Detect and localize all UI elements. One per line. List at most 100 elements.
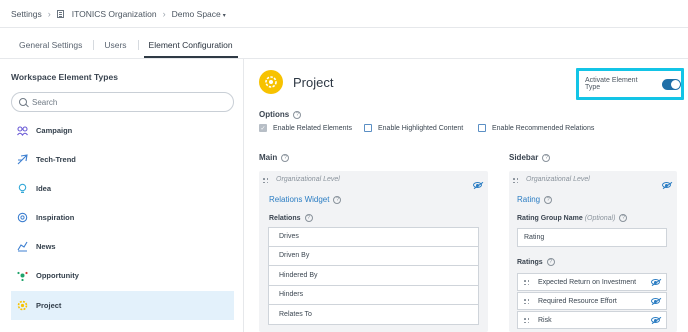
drag-handle-icon[interactable]: [513, 178, 519, 184]
sidebar-item-label: Tech-Trend: [36, 155, 76, 164]
checkbox-checked-icon[interactable]: ✓: [259, 124, 267, 132]
drag-handle-icon[interactable]: [263, 178, 269, 184]
visibility-icon[interactable]: [651, 317, 660, 323]
sidebar-item-campaign[interactable]: Campaign: [11, 116, 234, 145]
activate-label: Activate Element Type: [585, 77, 638, 91]
search-icon: [19, 98, 27, 106]
widget-title-label: Rating: [517, 195, 541, 204]
sidebar-item-idea[interactable]: Idea: [11, 174, 234, 203]
options-heading: Options?: [259, 110, 302, 119]
activate-toggle[interactable]: [661, 78, 681, 90]
breadcrumb-space[interactable]: Demo Space ▾: [172, 9, 226, 19]
list-item[interactable]: Relates To: [268, 305, 479, 325]
tab-general-settings[interactable]: General Settings: [8, 36, 93, 58]
option-label: Enable Recommended Relations: [492, 124, 595, 132]
sidebar-title: Workspace Element Types: [11, 72, 118, 82]
chevron-down-icon: ▾: [222, 12, 226, 19]
project-icon: [17, 300, 28, 311]
list-item[interactable]: Drives: [268, 227, 479, 247]
ratings-label: Ratings: [517, 258, 543, 266]
main-section-label: Main: [259, 153, 278, 162]
tab-users[interactable]: Users: [93, 36, 137, 58]
checkbox-icon[interactable]: [478, 124, 486, 132]
sidebar-item-opportunity[interactable]: Opportunity: [11, 261, 234, 290]
inspiration-icon: [17, 212, 28, 223]
tech-trend-icon: [17, 154, 28, 165]
sidebar-section-label: Sidebar: [509, 153, 539, 162]
breadcrumb: Settings › ITONICS Organization › Demo S…: [0, 0, 688, 28]
list-item[interactable]: Hindered By: [268, 266, 479, 286]
relations-label: Relations: [269, 214, 301, 222]
campaign-icon: [17, 125, 28, 136]
help-icon[interactable]: ?: [333, 195, 342, 204]
drag-handle-icon[interactable]: [524, 299, 530, 305]
list-item[interactable]: Driven By: [268, 246, 479, 266]
search-input[interactable]: Search: [11, 92, 234, 112]
page-title: Project: [293, 75, 334, 90]
breadcrumb-space-label: Demo Space: [171, 8, 221, 19]
options-label: Options: [259, 110, 290, 119]
help-icon[interactable]: ?: [281, 153, 290, 162]
option-label: Enable Highlighted Content: [378, 124, 464, 132]
help-icon[interactable]: ?: [293, 110, 302, 119]
list-item[interactable]: Hinders: [268, 285, 479, 305]
optional-label: (Optional): [584, 214, 616, 222]
visibility-icon[interactable]: [651, 279, 660, 285]
rating-group-name-input[interactable]: Rating: [517, 228, 667, 247]
sidebar-item-label: Opportunity: [36, 271, 79, 280]
widget-title: Rating?: [517, 195, 553, 204]
search-placeholder: Search: [32, 97, 58, 107]
option-related-elements[interactable]: ✓ Enable Related Elements: [259, 124, 352, 132]
breadcrumb-separator: ›: [47, 8, 51, 19]
sidebar-section-heading: Sidebar?: [509, 153, 551, 162]
org-level-label: Organizational Level: [276, 176, 340, 183]
main-section-heading: Main?: [259, 153, 290, 162]
sidebar-item-label: News: [36, 242, 56, 251]
option-label: Enable Related Elements: [273, 124, 352, 132]
project-icon: [259, 70, 283, 94]
sidebar-item-project[interactable]: Project: [11, 291, 234, 320]
element-types-sidebar: Workspace Element Types Search Campaign …: [0, 59, 244, 332]
relations-list: Drives Driven By Hindered By Hinders Rel…: [268, 227, 479, 325]
rating-row[interactable]: Required Resource Effort: [517, 292, 667, 310]
widget-title: Relations Widget?: [269, 195, 342, 204]
sidebar-item-label: Campaign: [36, 126, 73, 135]
breadcrumb-organization[interactable]: ITONICS Organization: [72, 9, 157, 19]
sidebar-item-tech-trend[interactable]: Tech-Trend: [11, 145, 234, 174]
rating-group-name-label: Rating Group Name: [517, 214, 583, 222]
relations-heading: Relations?: [269, 214, 313, 222]
help-icon[interactable]: ?: [619, 214, 628, 222]
checkbox-icon[interactable]: [364, 124, 372, 132]
breadcrumb-separator: ›: [162, 8, 166, 19]
option-highlighted-content[interactable]: Enable Highlighted Content: [364, 124, 463, 132]
sidebar-item-news[interactable]: News: [11, 232, 234, 261]
rating-label: Expected Return on Investment: [538, 278, 637, 286]
rating-row[interactable]: Risk: [517, 311, 667, 329]
rating-label: Required Resource Effort: [538, 297, 617, 305]
option-recommended-relations[interactable]: Enable Recommended Relations: [478, 124, 594, 132]
tab-element-configuration[interactable]: Element Configuration: [137, 36, 244, 58]
visibility-icon[interactable]: [651, 298, 660, 304]
help-icon[interactable]: ?: [544, 195, 553, 204]
drag-handle-icon[interactable]: [524, 280, 530, 286]
news-icon: [17, 241, 28, 252]
rating-group-name-heading: Rating Group Name (Optional)?: [517, 214, 628, 222]
sidebar-item-label: Idea: [36, 184, 52, 193]
help-icon[interactable]: ?: [542, 153, 551, 162]
help-icon[interactable]: ?: [546, 258, 555, 266]
visibility-icon[interactable]: [662, 182, 671, 188]
rating-row[interactable]: Expected Return on Investment: [517, 273, 667, 291]
settings-tabs: General Settings Users Element Configura…: [8, 36, 244, 58]
org-level-label: Organizational Level: [526, 176, 590, 183]
rating-label: Risk: [538, 316, 552, 324]
drag-handle-icon[interactable]: [524, 318, 530, 324]
sidebar-item-inspiration[interactable]: Inspiration: [11, 203, 234, 232]
building-icon: [56, 9, 64, 18]
opportunity-icon: [17, 270, 28, 281]
breadcrumb-settings[interactable]: Settings: [11, 9, 42, 19]
idea-icon: [17, 183, 28, 194]
visibility-icon[interactable]: [473, 182, 482, 188]
help-icon[interactable]: ?: [304, 214, 313, 222]
sidebar-item-label: Inspiration: [36, 213, 75, 222]
ratings-heading: Ratings?: [517, 258, 555, 266]
